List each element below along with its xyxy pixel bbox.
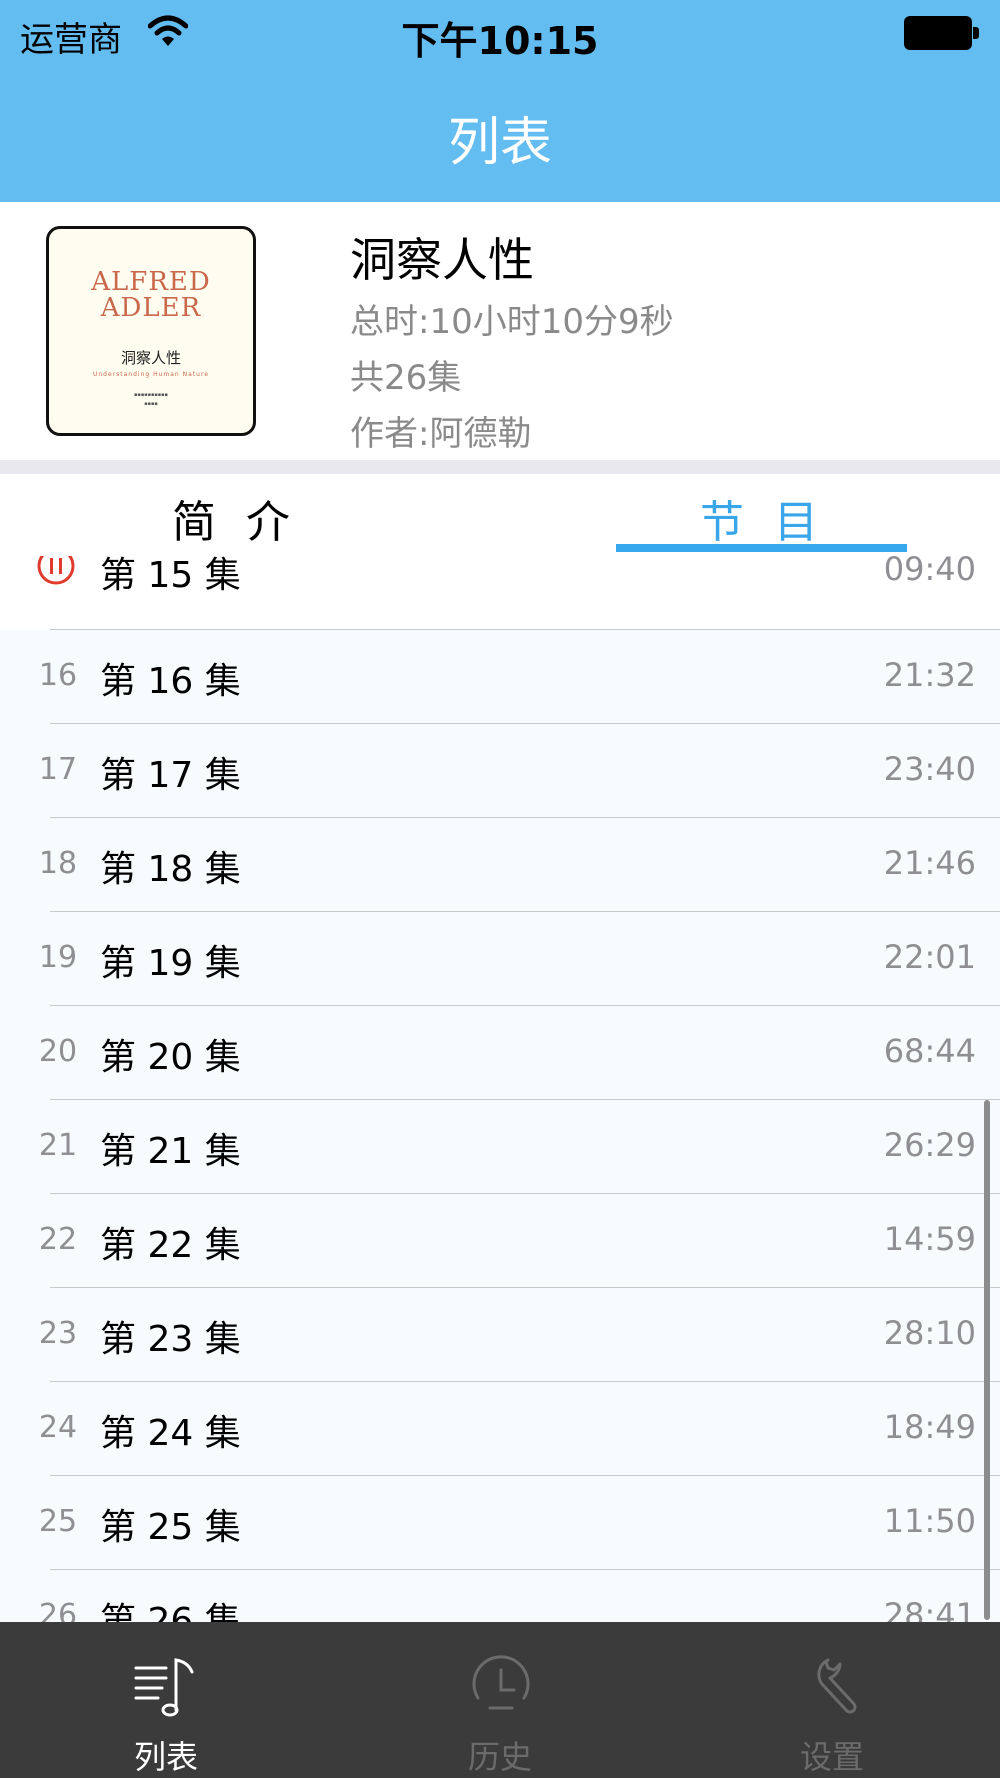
episode-number: 17 — [38, 752, 78, 787]
episode-duration: 21:46 — [883, 844, 976, 882]
tabbar-item-settings[interactable]: 设置 — [732, 1622, 932, 1778]
episode-row[interactable]: 26 第 26 集 28:41 — [0, 1570, 1000, 1622]
episode-duration: 14:59 — [883, 1220, 976, 1258]
episode-duration: 23:40 — [883, 750, 976, 788]
pause-icon[interactable] — [36, 556, 76, 586]
status-time: 下午10:15 — [401, 19, 599, 63]
battery-icon — [904, 16, 980, 50]
top-bar: 运营商 下午10:15 列表 — [0, 0, 1000, 202]
episode-row[interactable]: 23 第 23 集 28:10 — [0, 1288, 1000, 1382]
episode-name: 第 26 集 — [100, 1601, 241, 1622]
tab-selected-indicator — [616, 544, 907, 552]
episode-name: 第 24 集 — [100, 1413, 241, 1454]
segment-tabs: 简介 节目 — [0, 474, 1000, 556]
tabbar-label: 列表 — [133, 1738, 198, 1776]
tabbar-label: 设置 — [799, 1738, 864, 1776]
episode-duration: 28:10 — [883, 1314, 976, 1352]
episode-row[interactable]: 21 第 21 集 26:29 — [0, 1100, 1000, 1194]
episode-number: 23 — [38, 1316, 78, 1351]
episode-duration: 21:32 — [883, 656, 976, 694]
episode-name: 第 25 集 — [100, 1507, 241, 1548]
tabbar-label: 历史 — [467, 1738, 532, 1776]
cover-title-cn: 洞察人性 — [120, 349, 181, 367]
episode-row[interactable]: 20 第 20 集 68:44 — [0, 1006, 1000, 1100]
episode-name: 第 16 集 — [100, 661, 241, 702]
episode-number: 25 — [38, 1504, 78, 1539]
episode-row[interactable]: 19 第 19 集 22:01 — [0, 912, 1000, 1006]
episode-number: 26 — [38, 1598, 78, 1622]
book-author: 作者:阿德勒 — [350, 414, 532, 454]
episode-list[interactable]: 第 15 集 09:40 16 第 16 集 21:32 17 第 17 集 2… — [0, 556, 1000, 1622]
wrench-icon — [817, 1658, 857, 1714]
episode-name: 第 23 集 — [100, 1319, 241, 1360]
episode-name: 第 22 集 — [100, 1225, 241, 1266]
book-info: ALFRED ADLER 洞察人性 Understanding Human Na… — [0, 202, 1000, 460]
episode-number: 19 — [38, 940, 78, 975]
episode-number: 24 — [38, 1410, 78, 1445]
episode-name: 第 21 集 — [100, 1131, 241, 1172]
cover-author-lines: ▪▪▪▪▪▪▪▪▪▪ ▪▪▪▪ — [134, 392, 168, 407]
episode-row[interactable]: 第 15 集 09:40 — [0, 556, 1000, 630]
episode-duration: 18:49 — [883, 1408, 976, 1446]
episode-duration: 28:41 — [883, 1596, 976, 1622]
episode-duration: 11:50 — [883, 1502, 976, 1540]
tab-episodes[interactable]: 节目 — [700, 486, 848, 550]
episode-row[interactable]: 16 第 16 集 21:32 — [0, 630, 1000, 724]
episode-number: 21 — [38, 1128, 78, 1163]
cover-title-en: ALFRED ADLER — [91, 267, 211, 323]
episode-duration: 22:01 — [883, 938, 976, 976]
clock-icon — [472, 1655, 530, 1710]
episode-name: 第 17 集 — [100, 755, 241, 796]
tabbar-item-list[interactable]: 列表 — [66, 1622, 266, 1778]
page-title: 列表 — [447, 113, 552, 173]
episode-name: 第 20 集 — [100, 1037, 241, 1078]
episode-name: 第 15 集 — [100, 556, 241, 596]
book-duration: 总时:10小时10分9秒 — [350, 302, 674, 342]
scroll-indicator[interactable] — [984, 1100, 990, 1620]
section-divider — [0, 460, 1000, 474]
episode-row[interactable]: 18 第 18 集 21:46 — [0, 818, 1000, 912]
cover-subtitle: Understanding Human Nature — [92, 371, 209, 378]
episode-number: 20 — [38, 1034, 78, 1069]
book-title: 洞察人性 — [350, 233, 534, 287]
episode-row[interactable]: 22 第 22 集 14:59 — [0, 1194, 1000, 1288]
episode-name: 第 19 集 — [100, 943, 241, 984]
book-cover[interactable]: ALFRED ADLER 洞察人性 Understanding Human Na… — [46, 226, 256, 436]
episode-number: 22 — [38, 1222, 78, 1257]
tab-bar: 列表 历史 设置 — [0, 1622, 1000, 1778]
episode-row[interactable]: 25 第 25 集 11:50 — [0, 1476, 1000, 1570]
episode-count: 共26集 — [350, 358, 462, 398]
episode-number: 18 — [38, 846, 78, 881]
episode-duration: 26:29 — [883, 1126, 976, 1164]
episode-duration: 09:40 — [883, 556, 976, 588]
episode-duration: 68:44 — [883, 1032, 976, 1070]
tab-intro[interactable]: 简介 — [172, 486, 320, 550]
tabbar-item-history[interactable]: 历史 — [400, 1622, 600, 1778]
episode-name: 第 18 集 — [100, 849, 241, 890]
episode-number: 16 — [38, 658, 78, 693]
music-list-icon — [134, 1658, 194, 1717]
episode-row[interactable]: 17 第 17 集 23:40 — [0, 724, 1000, 818]
episode-row[interactable]: 24 第 24 集 18:49 — [0, 1382, 1000, 1476]
